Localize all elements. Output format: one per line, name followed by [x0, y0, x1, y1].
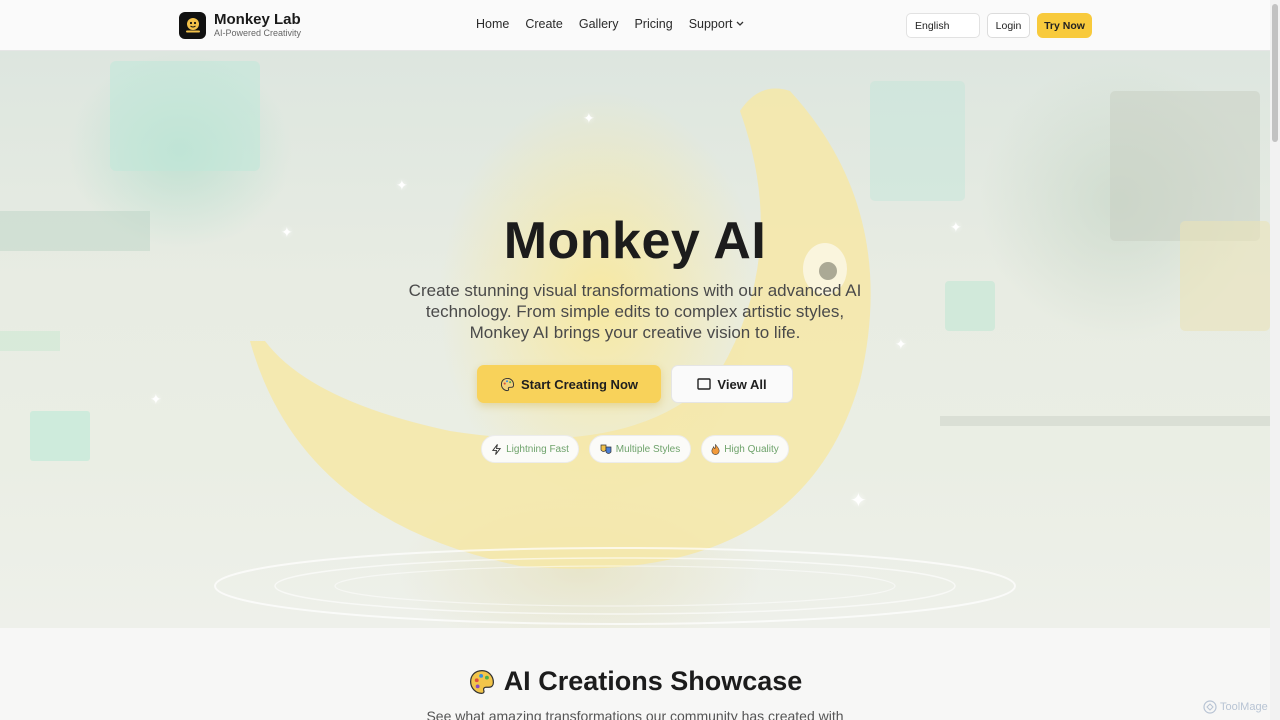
- palette-icon: [500, 377, 515, 391]
- brand-tagline: AI-Powered Creativity: [214, 28, 302, 38]
- sparkle-icon: ✦: [150, 391, 162, 407]
- feature-label: Lightning Fast: [506, 443, 569, 455]
- view-all-label: View All: [717, 376, 767, 392]
- watermark-logo-icon: [1203, 700, 1217, 714]
- watermark-text: ToolMage: [1220, 701, 1268, 713]
- watermark: ToolMage: [1203, 700, 1268, 714]
- feature-pill-multiple-styles: Multiple Styles: [589, 435, 691, 463]
- nav-home[interactable]: Home: [476, 17, 509, 31]
- brand-name: Monkey Lab: [214, 11, 301, 28]
- showcase-title-text: AI Creations Showcase: [503, 666, 803, 696]
- nav-support[interactable]: Support: [689, 17, 745, 31]
- sparkle-icon: ✦: [850, 490, 867, 512]
- theater-masks-icon: [600, 444, 612, 454]
- nav-support-label: Support: [688, 17, 733, 31]
- language-select[interactable]: English: [906, 13, 980, 38]
- palette-icon: [469, 669, 494, 694]
- brand[interactable]: Monkey Lab AI-Powered Creativity: [179, 11, 301, 39]
- login-button[interactable]: Login: [987, 13, 1030, 38]
- page-scrollbar[interactable]: [1270, 0, 1280, 720]
- feature-label: Multiple Styles: [615, 443, 681, 455]
- scrollbar-thumb[interactable]: [1272, 4, 1278, 142]
- feature-pill-high-quality: High Quality: [701, 435, 789, 463]
- hero-section: ✦ ✦ ✦ ✦ ✦ ✦ ✦ Monkey AI Create stunning …: [0, 51, 1270, 628]
- showcase-subtitle: See what amazing transformations our com…: [426, 708, 844, 720]
- sparkle-icon: ✦: [895, 336, 907, 352]
- start-creating-button[interactable]: Start Creating Now: [477, 365, 661, 403]
- start-creating-label: Start Creating Now: [520, 376, 638, 392]
- nav-create[interactable]: Create: [525, 17, 563, 31]
- chevron-down-icon: [737, 21, 744, 26]
- monkey-logo-icon: [179, 11, 206, 39]
- view-all-button[interactable]: View All: [671, 365, 793, 403]
- showcase-title: AI Creations Showcase: [0, 666, 1270, 697]
- nav-pricing[interactable]: Pricing: [634, 17, 672, 31]
- hero-subtitle: Create stunning visual transformations w…: [408, 281, 862, 342]
- try-now-button[interactable]: Try Now: [1037, 13, 1092, 38]
- gallery-frame-icon: [697, 378, 712, 390]
- nav-gallery[interactable]: Gallery: [579, 17, 619, 31]
- showcase-section: AI Creations Showcase See what amazing t…: [0, 628, 1270, 720]
- hero-title: Monkey AI: [503, 212, 767, 270]
- sparkle-icon: ✦: [396, 177, 408, 193]
- feature-pill-lightning-fast: Lightning Fast: [481, 435, 579, 463]
- flame-icon: [711, 443, 720, 455]
- lightning-icon: [491, 443, 502, 455]
- top-navbar: Monkey Lab AI-Powered Creativity Home Cr…: [0, 0, 1270, 51]
- feature-label: High Quality: [724, 443, 779, 455]
- main-nav: Home Create Gallery Pricing Support: [476, 17, 744, 31]
- sparkle-icon: ✦: [583, 110, 595, 126]
